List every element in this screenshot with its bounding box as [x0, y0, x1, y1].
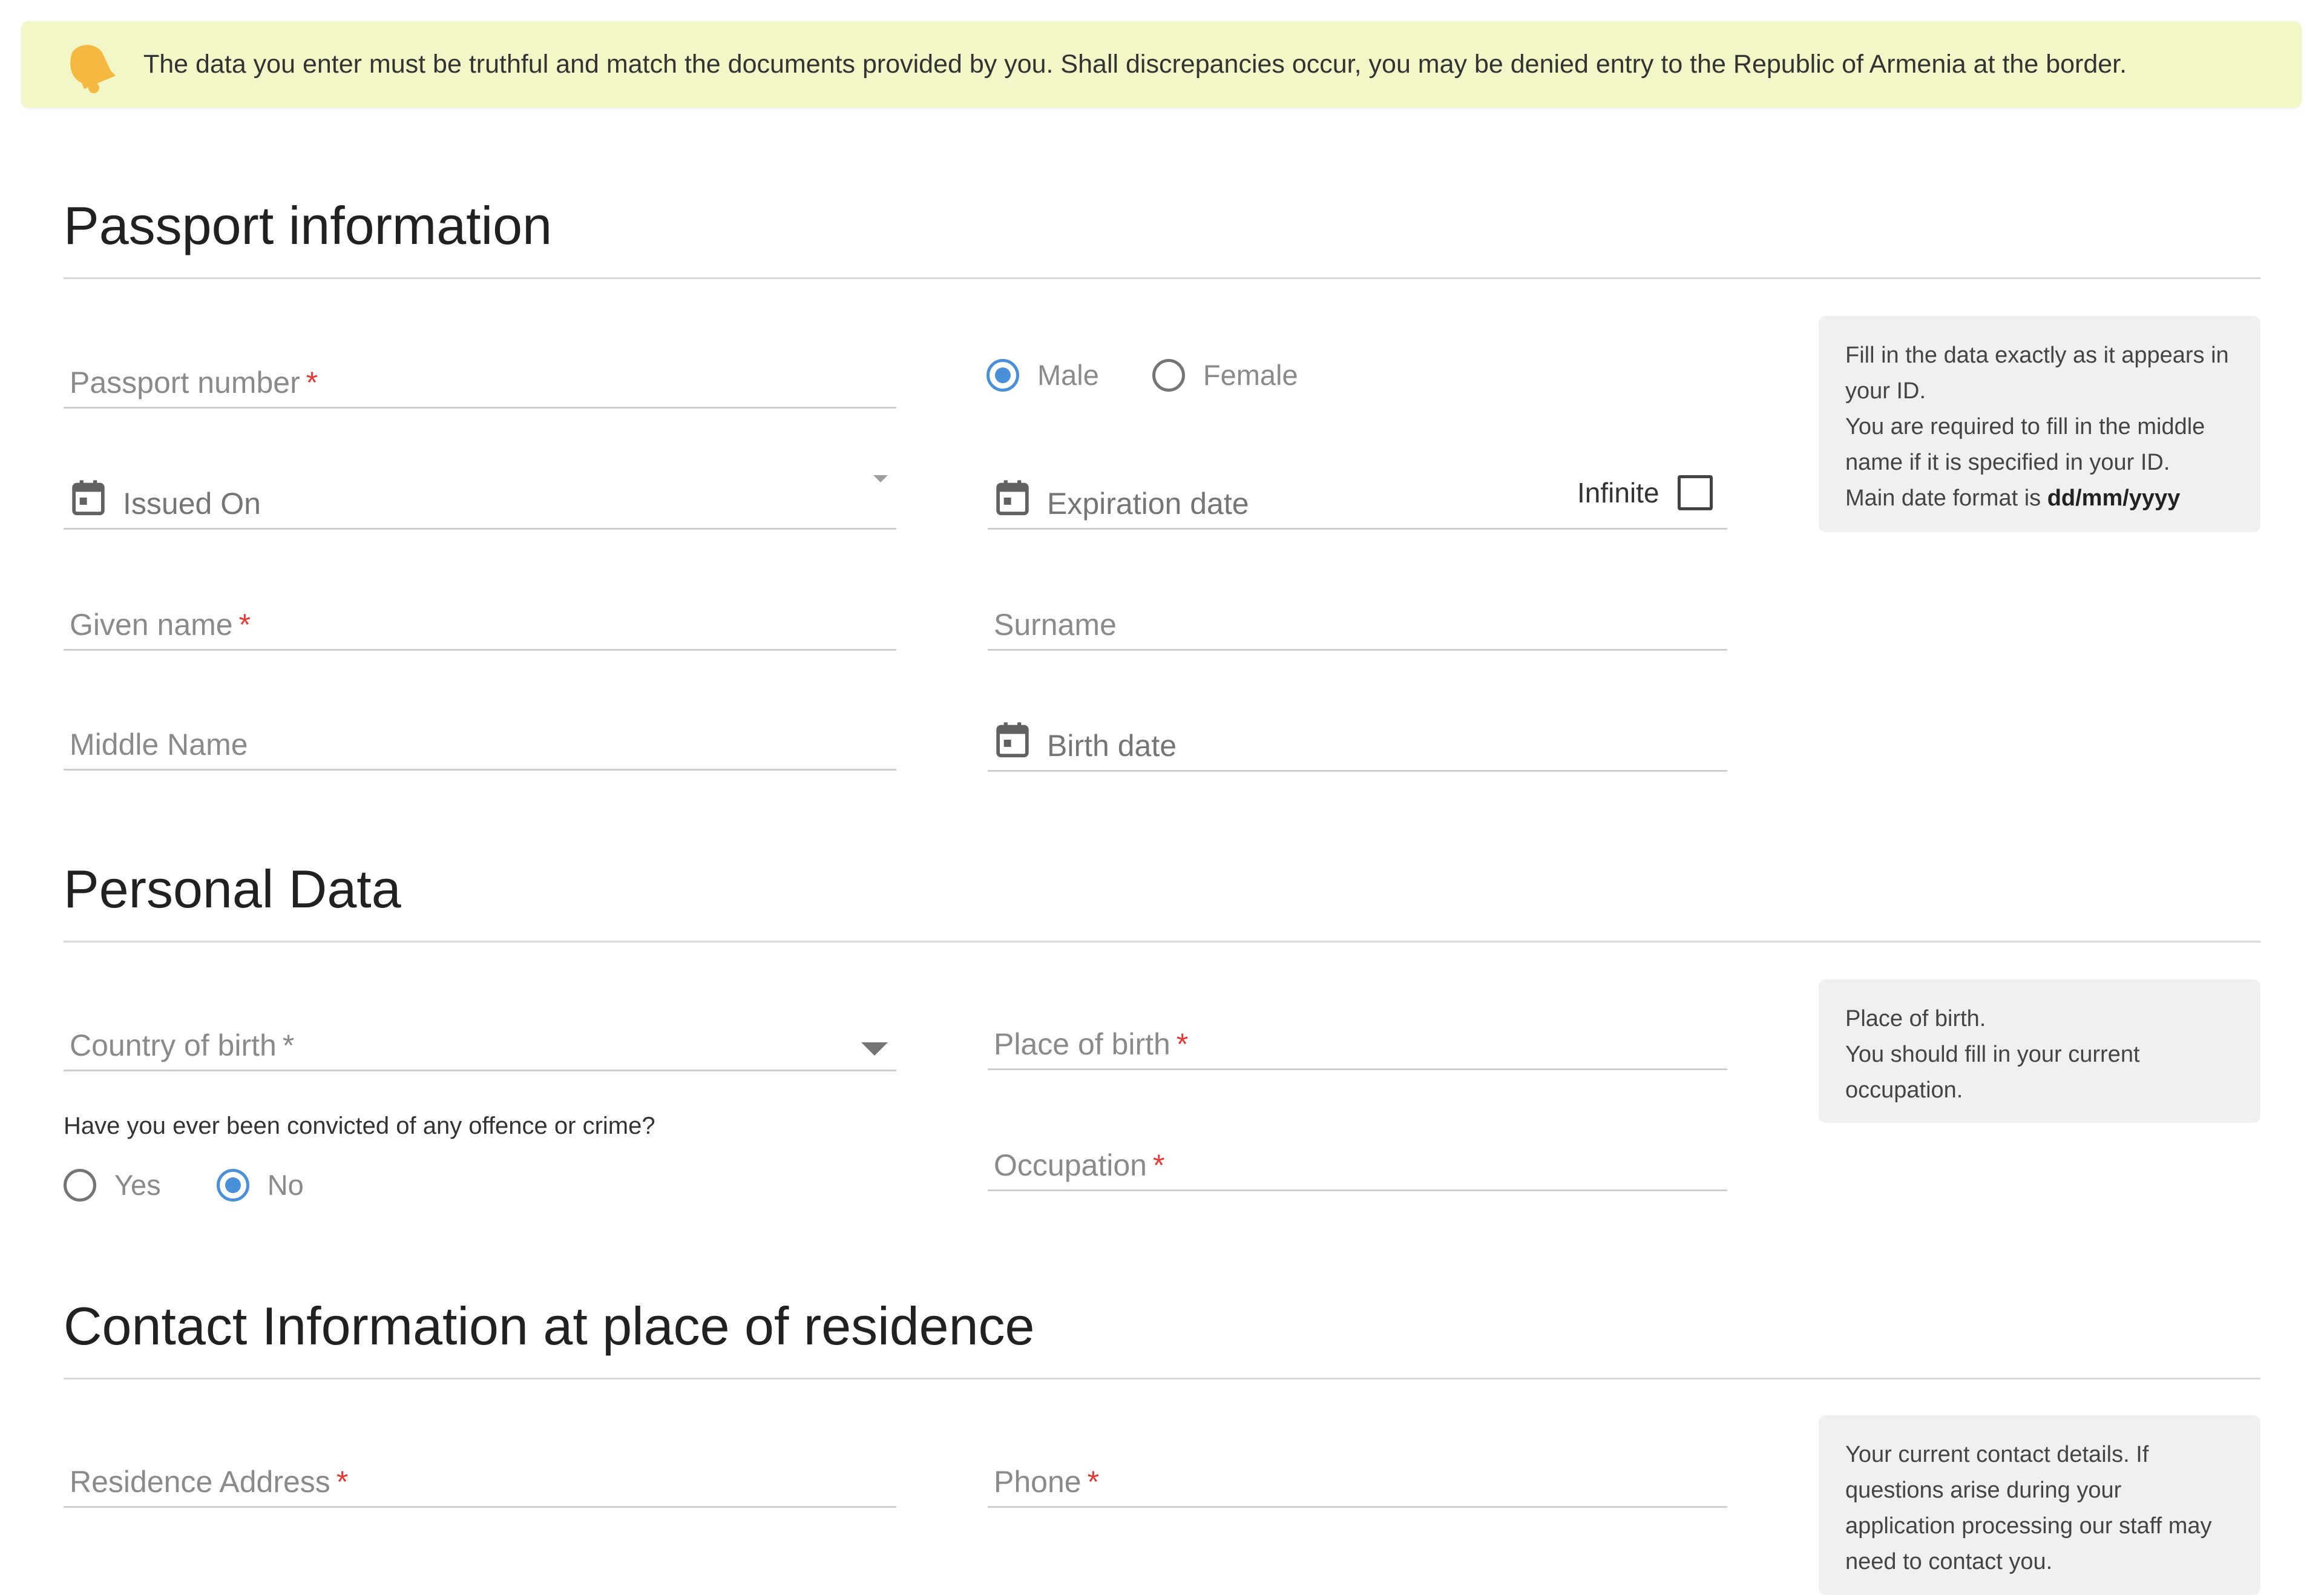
- passport-number-field[interactable]: Passport number *: [64, 336, 896, 409]
- country-of-birth-select[interactable]: Country of birth *: [64, 999, 896, 1071]
- personal-info-line: You should fill in your current occupati…: [1845, 1042, 2140, 1103]
- contact-info-box: Your current contact details. If questio…: [1819, 1415, 2260, 1595]
- issued-on-label: Issued On: [123, 487, 261, 521]
- middle-name-label: Middle Name: [70, 728, 248, 761]
- contact-section-title: Contact Information at place of residenc…: [64, 1296, 1035, 1356]
- gender-female-radio[interactable]: Female: [1152, 358, 1298, 392]
- warning-banner-text: The data you enter must be truthful and …: [143, 50, 2127, 79]
- place-of-birth-field[interactable]: Place of birth *: [988, 998, 1727, 1070]
- radio-unchecked-icon: [64, 1168, 96, 1202]
- passport-number-label: Passport number *: [70, 366, 318, 400]
- infinite-label: Infinite: [1577, 477, 1659, 508]
- country-of-birth-label: Country of birth *: [70, 1028, 295, 1062]
- residence-address-field[interactable]: Residence Address *: [64, 1435, 896, 1508]
- date-format: dd/mm/yyyy: [2047, 485, 2181, 511]
- given-name-label: Given name *: [70, 608, 251, 642]
- surname-label: Surname: [994, 608, 1117, 642]
- surname-field[interactable]: Surname: [988, 578, 1727, 651]
- conviction-yes-radio[interactable]: Yes: [64, 1168, 161, 1202]
- passport-info-box: Fill in the data exactly as it appears i…: [1819, 316, 2260, 532]
- warning-banner: The data you enter must be truthful and …: [21, 21, 2302, 108]
- gender-male-radio[interactable]: Male: [986, 358, 1099, 392]
- middle-name-field[interactable]: Middle Name: [64, 698, 896, 771]
- personal-section-title: Personal Data: [64, 859, 401, 919]
- calendar-icon: [72, 480, 105, 516]
- expiration-date-label: Expiration date: [1047, 487, 1249, 521]
- radio-unchecked-icon: [1152, 358, 1185, 392]
- phone-label: Phone *: [994, 1465, 1100, 1499]
- passport-section-title: Passport information: [64, 196, 553, 255]
- gender-radio-group: Male Female: [986, 358, 1351, 392]
- place-of-birth-label: Place of birth *: [994, 1027, 1189, 1061]
- given-name-field[interactable]: Given name *: [64, 578, 896, 651]
- occupation-label: Occupation *: [994, 1148, 1165, 1182]
- issued-on-field[interactable]: Issued On: [64, 457, 896, 530]
- personal-info-box: Place of birth. You should fill in your …: [1819, 979, 2260, 1123]
- conviction-no-radio[interactable]: No: [216, 1168, 304, 1202]
- chevron-down-icon: [873, 475, 888, 482]
- phone-field[interactable]: Phone *: [988, 1435, 1727, 1508]
- passport-info-line: You are required to fill in the middle n…: [1845, 414, 2205, 475]
- conviction-question: Have you ever been convicted of any offe…: [64, 1113, 655, 1139]
- passport-info-line: Fill in the data exactly as it appears i…: [1845, 343, 2229, 404]
- passport-info-line: Main date format is dd/mm/yyyy: [1845, 485, 2181, 511]
- infinite-checkbox-group: Infinite: [1577, 475, 1713, 510]
- personal-section-divider: [64, 941, 2260, 942]
- radio-checked-icon: [986, 358, 1019, 392]
- contact-info-text: Your current contact details. If questio…: [1845, 1442, 2212, 1574]
- residence-address-label: Residence Address *: [70, 1465, 349, 1499]
- bell-icon: [70, 45, 116, 93]
- birth-date-label: Birth date: [1047, 729, 1177, 763]
- occupation-field[interactable]: Occupation *: [988, 1119, 1727, 1191]
- chevron-down-icon: [861, 1042, 888, 1056]
- calendar-icon: [996, 722, 1029, 758]
- radio-checked-icon: [216, 1168, 249, 1202]
- conviction-radio-group: Yes No: [64, 1168, 357, 1202]
- calendar-icon: [996, 480, 1029, 516]
- infinite-checkbox[interactable]: [1677, 475, 1713, 510]
- birth-date-field[interactable]: Birth date: [988, 699, 1727, 772]
- personal-info-line: Place of birth.: [1845, 1006, 1986, 1031]
- passport-section-divider: [64, 277, 2260, 279]
- contact-section-divider: [64, 1378, 2260, 1380]
